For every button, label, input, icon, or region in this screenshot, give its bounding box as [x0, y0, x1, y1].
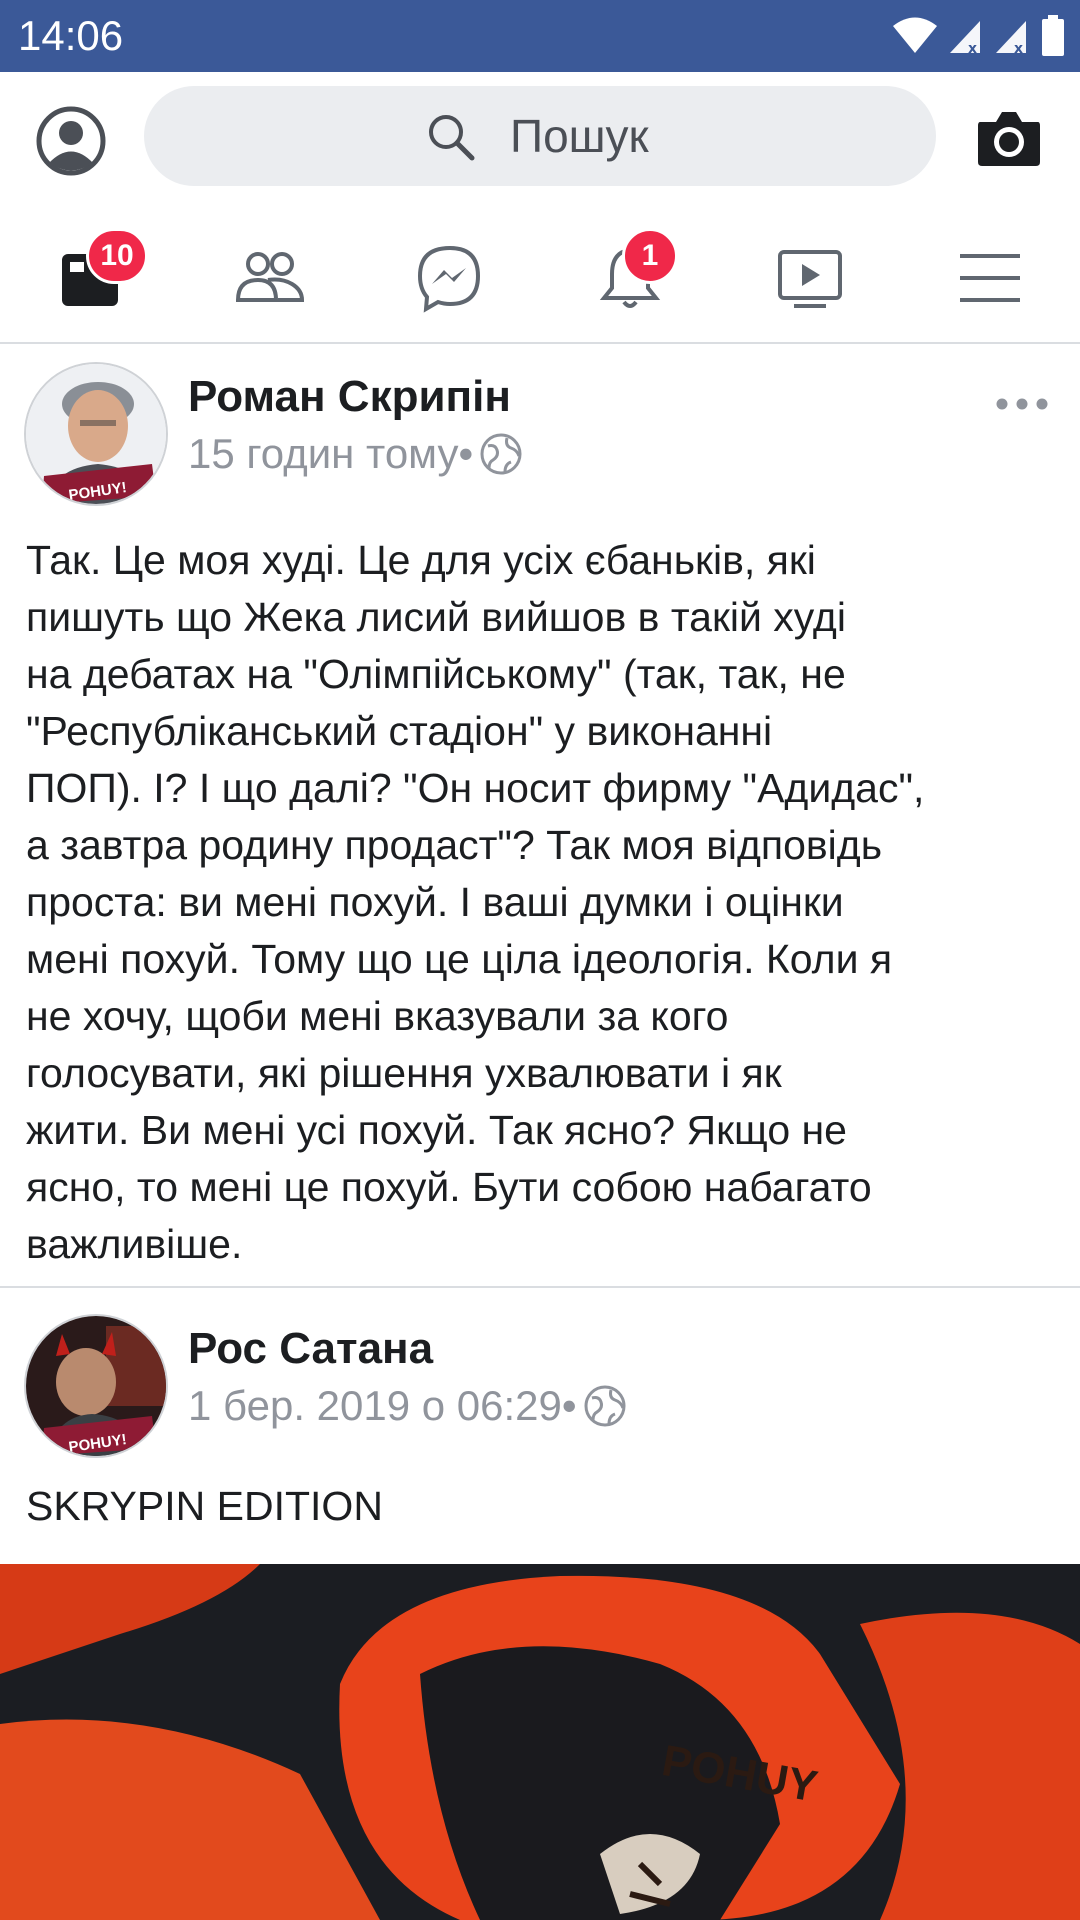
- messenger-icon: [417, 245, 481, 313]
- tab-friends[interactable]: [230, 242, 310, 314]
- post-meta: 1 бер. 2019 о 06:29 •: [188, 1380, 627, 1432]
- meta-separator: •: [458, 430, 474, 477]
- news-feed-badge: 10: [86, 228, 148, 284]
- nav-tabs: 10 1: [0, 210, 1080, 344]
- post-text-line: а завтра родину продаст"? Так моя відпов…: [26, 822, 883, 868]
- post-text-line: голосувати, які рішення ухвалювати і як: [26, 1050, 782, 1096]
- post-meta: 15 годин тому •: [188, 428, 523, 480]
- post-text-line: пишуть що Жека лисий вийшов в такій худі: [26, 594, 846, 640]
- search-icon: [429, 115, 475, 161]
- battery-icon: [1042, 15, 1064, 56]
- notifications-badge: 1: [622, 228, 678, 284]
- video-icon: [778, 250, 842, 308]
- svg-text:x: x: [968, 41, 977, 55]
- tab-news-feed[interactable]: 10: [52, 228, 148, 314]
- signal-icon: x: [950, 21, 980, 55]
- post-text: SKRYPIN EDITION: [26, 1483, 383, 1529]
- wifi-icon: [893, 17, 937, 53]
- post-time[interactable]: 1 бер. 2019 о 06:29: [188, 1380, 562, 1432]
- post-text-line: мені похуй. Тому що це ціла ідеологія. К…: [26, 936, 893, 982]
- post-text-line: ясно, то мені це похуй. Бути собою набаг…: [26, 1164, 872, 1210]
- author-name[interactable]: Рос Сатана: [188, 1322, 433, 1376]
- post-text-line: "Республіканський стадіон" у виконанні: [26, 708, 773, 754]
- menu-icon: [960, 254, 1020, 302]
- globe-icon: [584, 1385, 626, 1427]
- search-placeholder: Пошук: [510, 110, 649, 162]
- post-text: Так. Це моя худі. Це для усіх єбаньків, …: [26, 532, 1066, 1273]
- post: POHUY! Роман Скрипін 15 годин тому • Так…: [0, 346, 1080, 1288]
- more-options-icon[interactable]: [994, 394, 1050, 414]
- tab-notifications[interactable]: 1: [590, 228, 678, 314]
- camera-icon[interactable]: [976, 108, 1042, 168]
- tab-menu[interactable]: [950, 242, 1030, 314]
- author-name[interactable]: Роман Скрипін: [188, 370, 511, 424]
- signal-icon: x: [996, 21, 1026, 55]
- post-time[interactable]: 15 годин тому: [188, 428, 459, 480]
- post-text-line: ПОП). І? І що далі? "Он носит фирму "Ади…: [26, 765, 925, 811]
- friends-icon: [235, 252, 305, 302]
- tab-messenger[interactable]: [410, 242, 490, 314]
- post-text-line: не хочу, щоби мені вказували за кого: [26, 993, 729, 1039]
- search-row: Пошук: [0, 72, 1080, 210]
- avatar[interactable]: POHUY!: [24, 1314, 168, 1458]
- post-text-line: важливіше.: [26, 1221, 243, 1267]
- meta-separator: •: [561, 1382, 577, 1429]
- status-time: 14:06: [18, 12, 124, 59]
- post-text-line: на дебатах на "Олімпійському" (так, так,…: [26, 651, 846, 697]
- hoodie-photo: POHUY: [0, 1564, 1080, 1920]
- search-input[interactable]: Пошук: [144, 86, 936, 186]
- post-text-line: Так. Це моя худі. Це для усіх єбаньків, …: [26, 537, 816, 583]
- post-text-line: проста: ви мені похуй. І ваші думки і оц…: [26, 879, 844, 925]
- avatar-image: POHUY!: [26, 1316, 166, 1456]
- avatar[interactable]: POHUY!: [24, 362, 168, 506]
- tab-watch[interactable]: [770, 242, 850, 314]
- status-bar: 14:06 x x: [0, 0, 1080, 72]
- status-icons: x x: [892, 12, 1066, 60]
- globe-icon: [480, 433, 522, 475]
- svg-text:x: x: [1014, 41, 1023, 55]
- post-image[interactable]: POHUY: [0, 1564, 1080, 1920]
- avatar-image: POHUY!: [26, 364, 166, 504]
- post-text-line: жити. Ви мені усі похуй. Так ясно? Якщо …: [26, 1107, 847, 1153]
- post: POHUY! Рос Сатана 1 бер. 2019 о 06:29 • …: [0, 1290, 1080, 1920]
- profile-icon[interactable]: [36, 106, 106, 176]
